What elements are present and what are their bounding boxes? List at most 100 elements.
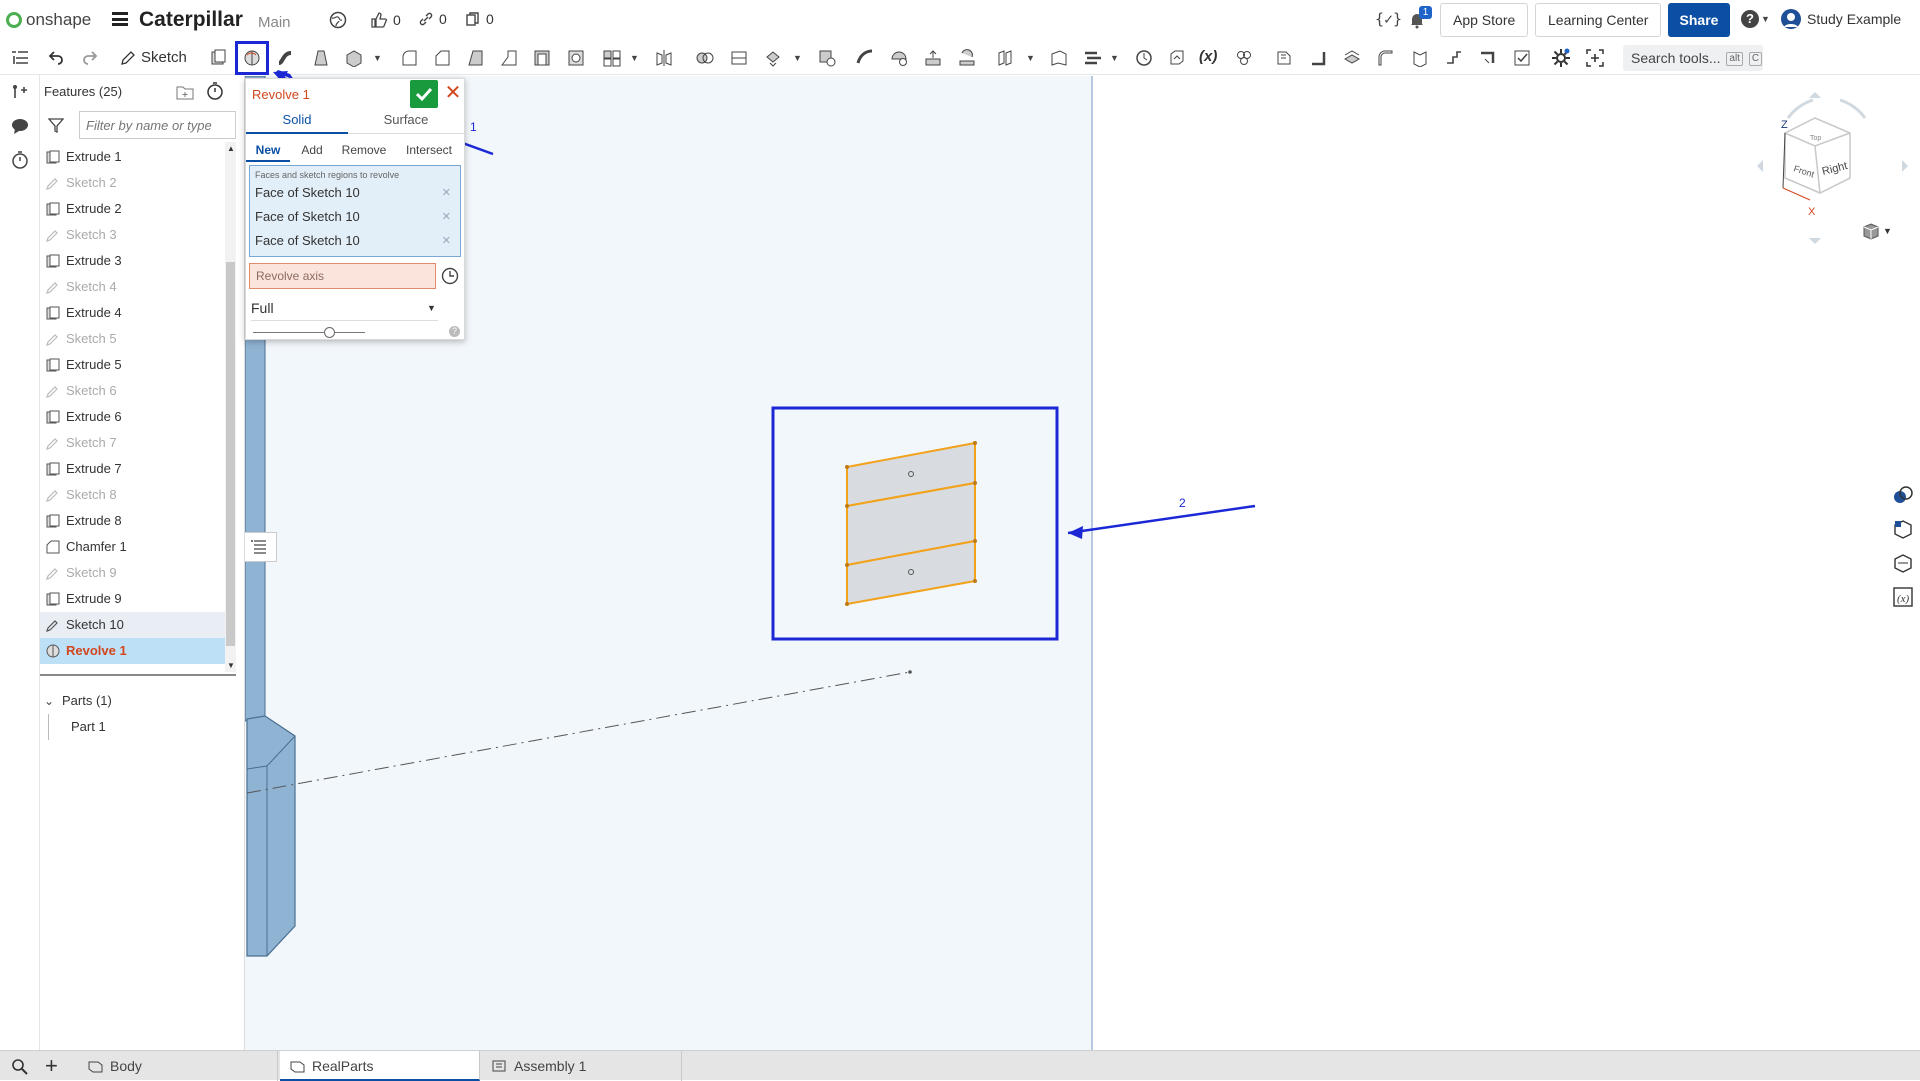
- app-store-button[interactable]: App Store: [1440, 3, 1529, 37]
- form-icon[interactable]: [1411, 49, 1429, 67]
- custom-features-gear-icon[interactable]: [1551, 48, 1571, 68]
- 3d-fit-spline-icon[interactable]: [1168, 49, 1186, 67]
- part-list-item[interactable]: Part 1: [48, 714, 245, 740]
- selection-item[interactable]: Face of Sketch 10 ✕: [255, 206, 455, 228]
- feature-item[interactable]: Extrude 1: [40, 144, 236, 170]
- sweep-icon[interactable]: [277, 49, 295, 67]
- feature-item[interactable]: Sketch 3: [40, 222, 236, 248]
- help-menu[interactable]: ? ▼: [1741, 10, 1770, 28]
- accept-button[interactable]: [410, 80, 438, 108]
- feature-item[interactable]: Sketch 7: [40, 430, 236, 456]
- scroll-down-arrow-icon[interactable]: ▼: [227, 661, 235, 670]
- feature-item[interactable]: Extrude 7: [40, 456, 236, 482]
- construction-axis-line[interactable]: [246, 671, 911, 794]
- revolve-type-select[interactable]: Full ▼: [251, 295, 438, 321]
- share-button[interactable]: Share: [1668, 3, 1730, 37]
- feature-list-icon[interactable]: [10, 48, 30, 68]
- variables-icon[interactable]: {✓}: [1375, 10, 1402, 28]
- document-menu-icon[interactable]: [112, 12, 128, 26]
- search-tools-button[interactable]: Search tools... alt C: [1623, 45, 1763, 71]
- tab-icon[interactable]: [1343, 49, 1361, 67]
- filter-icon[interactable]: [48, 117, 64, 133]
- linear-pattern-icon[interactable]: [603, 49, 621, 67]
- configure-icon[interactable]: [1235, 49, 1253, 67]
- feature-item[interactable]: Extrude 6: [40, 404, 236, 430]
- branch-name[interactable]: Main: [258, 14, 291, 31]
- redo-icon[interactable]: [82, 49, 98, 65]
- split-icon[interactable]: [730, 49, 748, 67]
- draft-icon[interactable]: [467, 49, 485, 67]
- feature-tree-scroll-thumb[interactable]: [226, 262, 235, 646]
- move-face-icon[interactable]: [924, 49, 942, 67]
- op-new[interactable]: New: [246, 138, 290, 162]
- chevron-down-icon[interactable]: ▼: [1110, 53, 1119, 63]
- feature-item[interactable]: Revolve 1: [40, 638, 236, 664]
- bend-icon[interactable]: [1377, 49, 1395, 67]
- scroll-up-arrow-icon[interactable]: ▲: [227, 144, 235, 153]
- cancel-button[interactable]: ✕: [442, 82, 464, 104]
- tab-assembly-1[interactable]: Assembly 1: [482, 1051, 682, 1081]
- insert-icon[interactable]: [11, 83, 29, 101]
- help-icon[interactable]: ?: [449, 326, 460, 337]
- chevron-down-icon[interactable]: ▼: [793, 53, 802, 63]
- expand-list-button[interactable]: [245, 532, 277, 562]
- chevron-down-icon[interactable]: ▼: [630, 53, 639, 63]
- rib-icon[interactable]: [500, 49, 518, 67]
- replace-face-icon[interactable]: [958, 49, 976, 67]
- tab-realparts[interactable]: RealParts: [280, 1051, 480, 1081]
- chevron-down-icon[interactable]: ▼: [1026, 53, 1035, 63]
- faces-selection-box[interactable]: Faces and sketch regions to revolve Face…: [249, 165, 461, 257]
- feature-item[interactable]: Sketch 10: [40, 612, 236, 638]
- variable-table-icon[interactable]: (x): [1892, 586, 1914, 608]
- globe-icon[interactable]: [329, 11, 347, 29]
- tab-surface[interactable]: Surface: [348, 112, 464, 134]
- rollback-slider-track[interactable]: [253, 332, 365, 333]
- feature-item[interactable]: Extrude 2: [40, 196, 236, 222]
- axis-direction-icon[interactable]: [441, 267, 459, 285]
- remove-selection-icon[interactable]: ✕: [442, 230, 451, 252]
- chevron-down-icon[interactable]: ▼: [373, 53, 382, 63]
- feature-item[interactable]: Chamfer 1: [40, 534, 236, 560]
- mirror-icon[interactable]: [655, 49, 673, 67]
- likes[interactable]: 0: [370, 11, 401, 29]
- appearance-panel-icon[interactable]: [1892, 484, 1914, 506]
- selection-item[interactable]: Face of Sketch 10 ✕: [255, 230, 455, 252]
- remove-selection-icon[interactable]: ✕: [442, 182, 451, 204]
- variable-icon[interactable]: (x): [1199, 48, 1217, 65]
- add-custom-feature-icon[interactable]: [1585, 48, 1605, 68]
- fillet-icon[interactable]: [400, 49, 418, 67]
- parts-header[interactable]: ⌄ Parts (1): [40, 688, 245, 714]
- mass-properties-icon[interactable]: [1892, 518, 1914, 540]
- onshape-logo[interactable]: onshape: [6, 10, 91, 30]
- feature-item[interactable]: Extrude 3: [40, 248, 236, 274]
- op-add[interactable]: Add: [292, 138, 332, 162]
- learning-center-button[interactable]: Learning Center: [1535, 3, 1662, 37]
- axis-endpoint[interactable]: [908, 670, 912, 674]
- tab-body[interactable]: Body: [78, 1051, 278, 1081]
- offset-surface-icon[interactable]: [996, 49, 1014, 67]
- view-rotate-left-icon[interactable]: [1757, 160, 1763, 172]
- undo-icon[interactable]: [48, 49, 64, 65]
- rollback-stopwatch-icon[interactable]: [206, 82, 224, 100]
- chamfer-icon[interactable]: [433, 49, 451, 67]
- document-title[interactable]: Caterpillar: [139, 8, 243, 32]
- copies[interactable]: 0: [465, 11, 494, 27]
- remove-selection-icon[interactable]: ✕: [442, 206, 451, 228]
- hem-icon[interactable]: [1445, 49, 1463, 67]
- feature-item[interactable]: Sketch 4: [40, 274, 236, 300]
- view-rotate-down-icon[interactable]: [1809, 238, 1821, 244]
- add-tab-icon[interactable]: +: [45, 1053, 58, 1079]
- shell-icon[interactable]: [533, 49, 551, 67]
- delete-part-icon[interactable]: [818, 49, 836, 67]
- user-menu[interactable]: Study Example: [1780, 8, 1901, 30]
- transform-icon[interactable]: [764, 49, 782, 67]
- feature-item[interactable]: Sketch 5: [40, 326, 236, 352]
- history-stopwatch-icon[interactable]: [11, 151, 29, 169]
- tab-solid[interactable]: Solid: [246, 112, 348, 134]
- revolve-axis-field[interactable]: Revolve axis: [249, 263, 436, 289]
- add-folder-icon[interactable]: [176, 84, 194, 100]
- feature-item[interactable]: Extrude 9: [40, 586, 236, 612]
- feature-item[interactable]: Sketch 2: [40, 170, 236, 196]
- helix-icon[interactable]: [1135, 49, 1153, 67]
- part-body-chamfer[interactable]: [246, 715, 296, 957]
